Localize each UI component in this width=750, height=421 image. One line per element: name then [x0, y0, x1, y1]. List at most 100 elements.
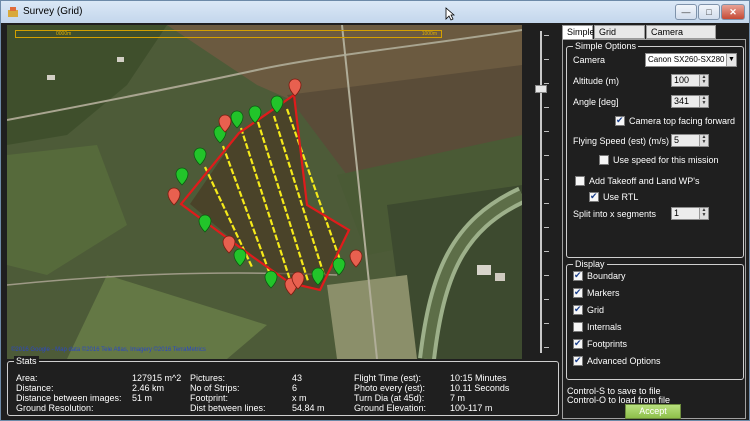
title-bar: Survey (Grid) — □ ✕ [1, 1, 749, 23]
split-segments-stepper[interactable]: 1 ▲ ▼ [671, 207, 709, 220]
stat-value: 7 m [450, 393, 466, 403]
stat-value: x m [292, 393, 307, 403]
stat-label: Footprint: [190, 393, 229, 403]
grid-checkbox[interactable] [573, 304, 583, 315]
display-group: Display Boundary Markers Grid Internals … [566, 259, 744, 380]
stat-value: 10:15 Minutes [450, 373, 507, 383]
satellite-map[interactable]: 0000m 1000m ©2016 Google - Map data ©201… [7, 25, 522, 359]
split-segments-value: 1 [674, 208, 680, 218]
flying-speed-value: 5 [674, 135, 680, 145]
boundary-checkbox[interactable] [573, 270, 583, 281]
angle-stepper[interactable]: 341 ▲ ▼ [671, 95, 709, 108]
map-imagery [7, 25, 522, 359]
zoom-track[interactable] [540, 31, 542, 353]
stat-value: 43 [292, 373, 303, 383]
use-speed-label: Use speed for this mission [613, 155, 719, 165]
tab-grid-options[interactable]: Grid Options [594, 25, 645, 49]
zoom-tick [544, 35, 549, 36]
angle-value: 341 [674, 96, 690, 106]
stat-label: Photo every (est): [354, 383, 426, 393]
stat-value: 127915 m^2 [132, 373, 182, 383]
zoom-tick [544, 347, 549, 348]
zoom-tick [544, 59, 549, 60]
stat-label: Pictures: [190, 373, 226, 383]
stat-label: Distance between images: [16, 393, 122, 403]
camera-select-value: Canon SX260-SX280 [648, 55, 725, 64]
zoom-tick [544, 251, 549, 252]
use-speed-checkbox[interactable] [599, 155, 609, 165]
stat-value: 54.84 m [292, 403, 325, 413]
stat-label: No of Strips: [190, 383, 240, 393]
mouse-cursor-icon [445, 7, 455, 21]
advanced-options-label: Advanced Options [587, 356, 661, 366]
spin-arrows-icon[interactable]: ▲ ▼ [699, 96, 708, 107]
zoom-tick [544, 107, 549, 108]
zoom-slider[interactable] [524, 25, 558, 359]
use-rtl-checkbox[interactable] [589, 191, 599, 202]
options-panel: Simple Grid Options Camera Config Simple… [561, 25, 749, 420]
stat-label: Turn Dia (at 45d): [354, 393, 425, 403]
stat-label: Ground Elevation: [354, 403, 427, 413]
add-takeoff-land-label: Add Takeoff and Land WP's [589, 176, 700, 186]
close-button[interactable]: ✕ [721, 4, 745, 20]
stat-value: 100-117 m [450, 403, 493, 413]
spin-arrows-icon[interactable]: ▲ ▼ [699, 135, 708, 146]
spin-arrows-icon[interactable]: ▲ ▼ [699, 208, 708, 219]
advanced-options-checkbox[interactable] [573, 355, 583, 366]
add-takeoff-land-checkbox[interactable] [575, 176, 585, 186]
survey-grid-window: Survey (Grid) — □ ✕ 0000m 1000m ©2016 Go… [0, 0, 750, 421]
stats-row: Ground Resolution: Dist between lines: 5… [16, 403, 556, 413]
camera-top-checkbox[interactable] [615, 115, 625, 126]
display-legend: Display [573, 259, 607, 269]
minimize-button[interactable]: — [675, 4, 697, 20]
stats-legend: Stats [14, 356, 39, 366]
boundary-label: Boundary [587, 271, 626, 281]
flying-speed-label: Flying Speed (est) (m/s) [573, 136, 670, 146]
camera-top-label: Camera top facing forward [629, 116, 736, 126]
app-icon [8, 7, 18, 17]
stat-label: Ground Resolution: [16, 403, 94, 413]
tab-simple[interactable]: Simple [562, 25, 595, 40]
stats-row: Distance between images: 51 m Footprint:… [16, 393, 556, 403]
stat-value: 6 [292, 383, 298, 393]
window-title: Survey (Grid) [23, 6, 83, 17]
accept-button[interactable]: Accept [625, 404, 681, 419]
scale-end-label: 1000m [421, 31, 437, 37]
zoom-tick [544, 227, 549, 228]
zoom-tick [544, 275, 549, 276]
zoom-tick [544, 179, 549, 180]
zoom-tick [544, 299, 549, 300]
zoom-tick [544, 155, 549, 156]
stat-value: 10.11 Seconds [450, 383, 510, 393]
stats-row: Distance: 2.46 km No of Strips: 6 Photo … [16, 383, 556, 393]
chevron-down-icon[interactable]: ▼ [726, 54, 736, 66]
altitude-label: Altitude (m) [573, 76, 620, 86]
use-rtl-label: Use RTL [603, 192, 639, 202]
angle-label: Angle [deg] [573, 97, 619, 107]
flying-speed-stepper[interactable]: 5 ▲ ▼ [671, 134, 709, 147]
altitude-stepper[interactable]: 100 ▲ ▼ [671, 74, 709, 87]
stats-row: Area: 127915 m^2 Pictures: 43 Flight Tim… [16, 373, 556, 383]
camera-label: Camera [573, 55, 606, 65]
tab-camera-config[interactable]: Camera Config [646, 25, 716, 49]
camera-select[interactable]: Canon SX260-SX280 ▼ [645, 53, 737, 67]
footprints-checkbox[interactable] [573, 338, 583, 349]
stat-value: 51 m [132, 393, 153, 403]
tab-content-simple: Simple Options Camera Canon SX260-SX280 … [562, 39, 746, 419]
maximize-button[interactable]: □ [698, 4, 720, 20]
zoom-thumb[interactable] [535, 85, 547, 93]
stats-group: Stats Area: 127915 m^2 Pictures: 43 Flig… [7, 356, 559, 416]
zoom-tick [544, 203, 549, 204]
footprints-label: Footprints [587, 339, 628, 349]
internals-checkbox[interactable] [573, 322, 583, 332]
zoom-tick [544, 323, 549, 324]
internals-label: Internals [587, 322, 622, 332]
zoom-tick [544, 83, 549, 84]
split-segments-label: Split into x segments [573, 209, 657, 219]
map-copyright: ©2016 Google - Map data ©2016 Tele Atlas… [11, 347, 206, 353]
markers-checkbox[interactable] [573, 287, 583, 298]
stat-label: Area: [16, 373, 38, 383]
spin-arrows-icon[interactable]: ▲ ▼ [699, 75, 708, 86]
simple-options-group: Simple Options Camera Canon SX260-SX280 … [566, 41, 744, 258]
scale-start-label: 0000m [56, 31, 72, 37]
